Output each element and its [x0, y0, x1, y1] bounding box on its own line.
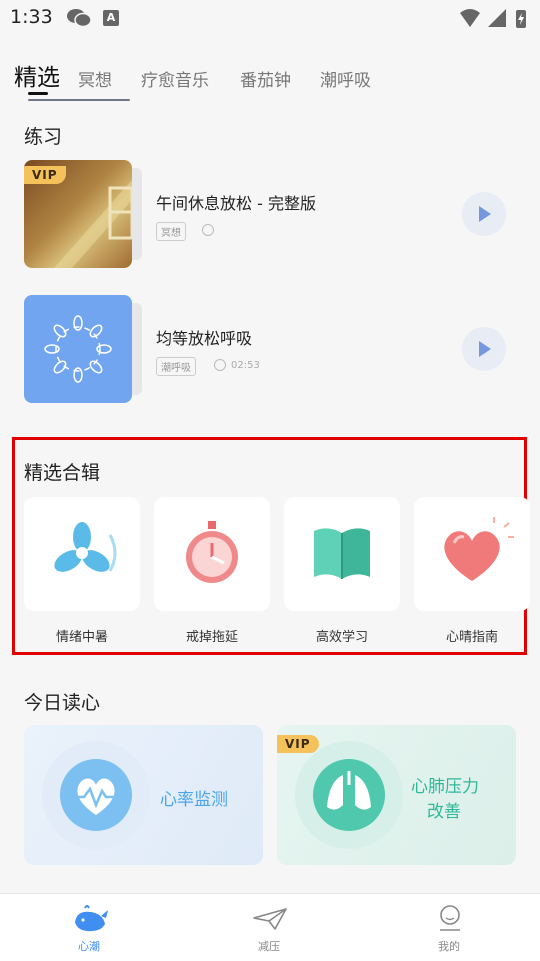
practice-thumbnail	[24, 295, 132, 403]
collection-card-study[interactable]	[284, 497, 400, 611]
tab-healing-music[interactable]: 疗愈音乐	[141, 66, 209, 91]
paper-plane-icon	[253, 908, 287, 930]
collection-card-emotion[interactable]	[24, 497, 140, 611]
tab-underline	[28, 92, 48, 95]
nav-label: 心潮	[78, 940, 100, 953]
reading-title: 今日读心	[24, 692, 101, 714]
track-title: 午间休息放松 - 完整版	[156, 194, 316, 213]
wreath-icon	[44, 315, 112, 383]
notification-a-icon: A	[103, 10, 119, 26]
track-tag: 潮呼吸	[156, 357, 196, 376]
collection-label: 心晴指南	[445, 630, 498, 645]
status-time: 1:33	[10, 6, 53, 28]
heart-icon	[444, 517, 514, 581]
vip-badge: VIP	[24, 166, 66, 184]
track-duration: 02:53	[231, 360, 260, 371]
clock-icon	[202, 224, 214, 236]
clock-icon	[214, 359, 226, 371]
collection-label: 戒掉拖延	[185, 630, 238, 645]
practice-item[interactable]: 均等放松呼吸 潮呼吸 02:53	[24, 295, 514, 403]
vip-badge: VIP	[277, 735, 319, 753]
tab-meditation[interactable]: 冥想	[78, 66, 112, 91]
nav-home[interactable]: 心潮	[49, 902, 129, 958]
heart-rate-label: 心率监测	[160, 790, 228, 810]
bottom-nav: 心潮 减压 我的	[0, 893, 540, 961]
nav-label: 减压	[258, 940, 280, 953]
lung-label-line2: 改善	[427, 802, 461, 822]
heart-rate-card[interactable]: 心率监测	[24, 725, 263, 865]
practice-thumbnail: VIP	[24, 160, 132, 268]
collection-card-procrastination[interactable]	[154, 497, 270, 611]
wifi-icon	[460, 9, 480, 27]
collection-card-mood[interactable]	[414, 497, 530, 611]
signal-icon	[488, 9, 506, 27]
tab-featured[interactable]: 精选	[14, 58, 60, 92]
practice-item[interactable]: VIP 午间休息放松 - 完整版 冥想	[24, 160, 514, 268]
lung-card[interactable]: VIP 心肺压力 改善	[277, 725, 516, 865]
profile-icon	[440, 905, 460, 931]
collection-label: 高效学习	[315, 630, 368, 645]
nav-relax[interactable]: 减压	[229, 902, 309, 958]
stopwatch-icon	[186, 521, 238, 583]
nav-profile[interactable]: 我的	[409, 902, 489, 958]
tab-tide-breathing[interactable]: 潮呼吸	[320, 66, 371, 91]
book-icon	[314, 528, 370, 579]
lung-label-line1: 心肺压力	[411, 777, 479, 797]
track-tag: 冥想	[156, 222, 186, 241]
top-tabs: 精选 冥想 疗愈音乐 番茄钟 潮呼吸	[0, 56, 540, 96]
track-title: 均等放松呼吸	[156, 329, 253, 348]
wechat-icon	[67, 9, 92, 28]
scroll-edge	[28, 99, 130, 101]
fan-icon	[54, 522, 117, 572]
collection-title: 精选合辑	[24, 462, 101, 484]
status-bar: 1:33 A	[0, 0, 540, 40]
collection-label: 情绪中暑	[55, 630, 108, 645]
nav-label: 我的	[438, 940, 460, 953]
whale-icon	[75, 905, 108, 932]
play-button[interactable]	[462, 327, 506, 371]
play-button[interactable]	[462, 192, 506, 236]
practice-title: 练习	[24, 126, 63, 148]
status-right-icons	[460, 9, 526, 28]
tab-pomodoro[interactable]: 番茄钟	[240, 66, 291, 91]
